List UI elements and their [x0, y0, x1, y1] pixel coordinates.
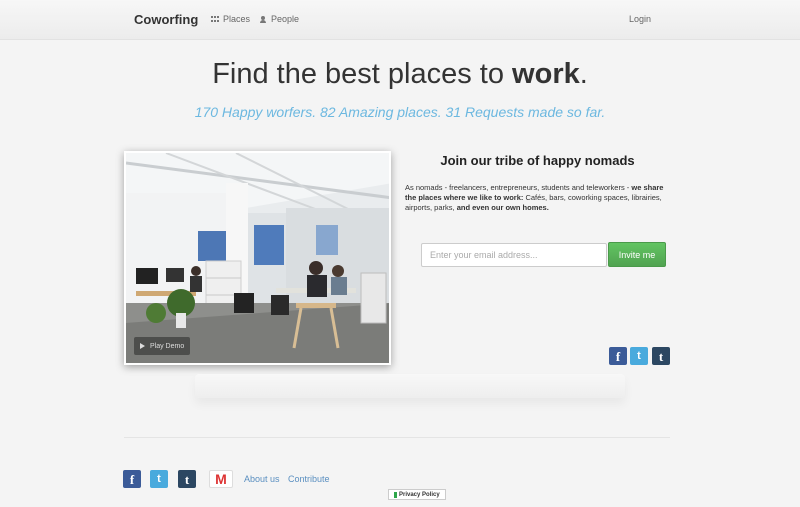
- contribute-link[interactable]: Contribute: [288, 474, 330, 484]
- email-input[interactable]: [421, 243, 607, 267]
- play-icon: [140, 343, 145, 349]
- nav-places-label: Places: [223, 14, 251, 24]
- privacy-policy-badge[interactable]: Privacy Policy: [388, 489, 446, 500]
- brand-logo[interactable]: Coworfing: [134, 12, 198, 27]
- footer-tumblr-icon[interactable]: t: [178, 470, 196, 488]
- about-link[interactable]: About us: [244, 474, 280, 484]
- content-shadow: [195, 374, 625, 398]
- hero-stats: 170 Happy worfers. 82 Amazing places. 31…: [194, 104, 606, 120]
- nav-people-label: People: [271, 14, 300, 24]
- invite-button[interactable]: Invite me: [608, 242, 666, 267]
- facebook-icon[interactable]: f: [609, 347, 627, 365]
- twitter-icon[interactable]: t: [630, 347, 648, 365]
- nav-people[interactable]: People: [259, 14, 299, 24]
- footer-divider: [124, 437, 670, 438]
- grid-icon: [211, 15, 219, 23]
- play-demo-label: Play Demo: [150, 342, 185, 350]
- tumblr-icon[interactable]: t: [652, 347, 670, 365]
- privacy-icon: [394, 491, 397, 498]
- join-title: Join our tribe of happy nomads: [440, 153, 635, 168]
- coworking-photo: Play Demo: [124, 151, 391, 365]
- footer-twitter-icon[interactable]: t: [150, 470, 168, 488]
- login-link[interactable]: Login: [629, 14, 651, 24]
- gmail-icon[interactable]: M: [209, 470, 233, 488]
- office-illustration: [126, 153, 389, 363]
- play-demo-button[interactable]: Play Demo: [134, 337, 191, 355]
- navbar: Coworfing Places People Login: [0, 0, 800, 40]
- hero-title: Find the best places to work.: [212, 58, 588, 90]
- join-description: As nomads - freelancers, entrepreneurs, …: [405, 183, 664, 212]
- privacy-label: Privacy Policy: [399, 491, 440, 498]
- footer-facebook-icon[interactable]: f: [123, 470, 141, 488]
- nav-places[interactable]: Places: [211, 14, 250, 24]
- user-icon: [259, 15, 267, 23]
